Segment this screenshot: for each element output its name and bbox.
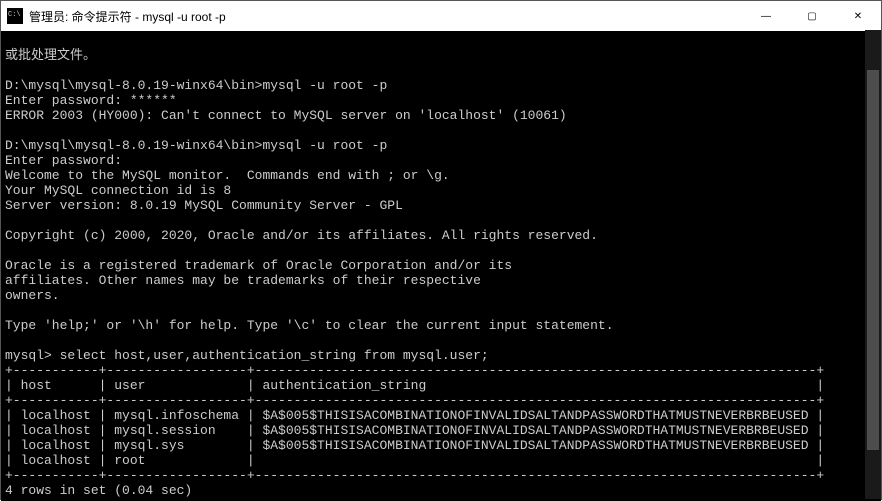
output-line: D:\mysql\mysql-8.0.19-winx64\bin>mysql -… — [5, 138, 387, 153]
terminal-output[interactable]: 或批处理文件。 D:\mysql\mysql-8.0.19-winx64\bin… — [1, 31, 881, 501]
window-titlebar[interactable]: 管理员: 命令提示符 - mysql -u root -p — ▢ ✕ — [1, 1, 881, 31]
table-border: +-----------+------------------+--------… — [5, 468, 824, 483]
table-row: | localhost | mysql.sys | $A$005$THISISA… — [5, 438, 824, 453]
query-line: mysql> select host,user,authentication_s… — [5, 348, 489, 363]
table-row: | localhost | root | | — [5, 453, 824, 468]
table-row: | localhost | mysql.session | $A$005$THI… — [5, 423, 824, 438]
output-line: Server version: 8.0.19 MySQL Community S… — [5, 198, 403, 213]
table-row: | localhost | mysql.infoschema | $A$005$… — [5, 408, 824, 423]
output-line: Enter password: — [5, 153, 122, 168]
close-button[interactable]: ✕ — [835, 1, 881, 31]
output-line: Enter password: ****** — [5, 93, 177, 108]
maximize-button[interactable]: ▢ — [789, 1, 835, 31]
output-line: Welcome to the MySQL monitor. Commands e… — [5, 168, 450, 183]
scrollbar-thumb[interactable] — [867, 70, 879, 450]
table-border: +-----------+------------------+--------… — [5, 393, 824, 408]
output-line: D:\mysql\mysql-8.0.19-winx64\bin>mysql -… — [5, 78, 387, 93]
vertical-scrollbar[interactable] — [865, 30, 881, 499]
output-line: affiliates. Other names may be trademark… — [5, 273, 481, 288]
table-border: +-----------+------------------+--------… — [5, 363, 824, 378]
minimize-button[interactable]: — — [743, 1, 789, 31]
output-line: Oracle is a registered trademark of Orac… — [5, 258, 512, 273]
output-line: 或批处理文件。 — [5, 48, 96, 63]
cmd-icon — [7, 8, 23, 24]
window-title: 管理员: 命令提示符 - mysql -u root -p — [29, 8, 226, 25]
output-line: Type 'help;' or '\h' for help. Type '\c'… — [5, 318, 614, 333]
result-summary: 4 rows in set (0.04 sec) — [5, 483, 192, 498]
output-line: ERROR 2003 (HY000): Can't connect to MyS… — [5, 108, 567, 123]
output-line: Copyright (c) 2000, 2020, Oracle and/or … — [5, 228, 598, 243]
output-line: Your MySQL connection id is 8 — [5, 183, 231, 198]
output-line: owners. — [5, 288, 60, 303]
table-header: | host | user | authentication_string | — [5, 378, 824, 393]
